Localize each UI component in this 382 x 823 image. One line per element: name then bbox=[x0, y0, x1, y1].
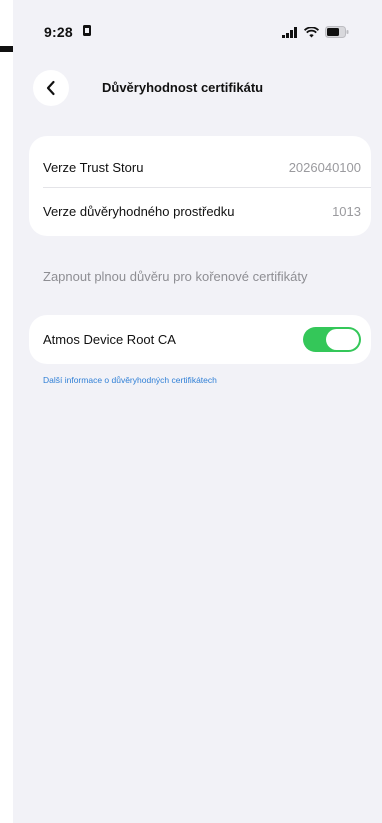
divider bbox=[43, 187, 371, 188]
settings-screen bbox=[13, 0, 382, 823]
trusted-asset-version-label: Verze důvěryhodného prostředku bbox=[43, 204, 235, 219]
trust-store-version-label: Verze Trust Storu bbox=[43, 160, 144, 175]
lock-screen-record-icon bbox=[83, 25, 91, 36]
versions-card: Verze Trust Storu 2026040100 Verze důvěr… bbox=[29, 136, 371, 236]
cellular-signal-icon bbox=[282, 26, 297, 38]
page-title: Důvěryhodnost certifikátu bbox=[102, 80, 264, 95]
trusted-certificates-info-link[interactable]: Další informace o důvěryhodných certifik… bbox=[43, 375, 217, 385]
status-icons bbox=[282, 25, 349, 39]
wifi-icon bbox=[304, 26, 319, 37]
chevron-left-icon bbox=[46, 80, 55, 96]
full-trust-section-header: Zapnout plnou důvěru pro kořenové certif… bbox=[43, 269, 308, 284]
trust-store-version-value: 2026040100 bbox=[288, 160, 361, 175]
back-button[interactable] bbox=[33, 70, 69, 106]
battery-icon bbox=[325, 26, 349, 38]
page: 9:28 Důvěryhodnost certifikátu Verze Tru… bbox=[0, 0, 382, 823]
trusted-asset-version-row: Verze důvěryhodného prostředku 1013 bbox=[43, 204, 361, 219]
status-time: 9:28 bbox=[44, 24, 73, 40]
certificate-trust-toggle[interactable] bbox=[303, 327, 361, 352]
full-trust-card: Atmos Device Root CA bbox=[29, 315, 371, 364]
toggle-knob bbox=[326, 329, 359, 350]
corner-mark bbox=[0, 46, 13, 52]
trust-store-version-row: Verze Trust Storu 2026040100 bbox=[43, 160, 361, 175]
certificate-name-label: Atmos Device Root CA bbox=[43, 332, 176, 347]
trusted-asset-version-value: 1013 bbox=[332, 204, 361, 219]
